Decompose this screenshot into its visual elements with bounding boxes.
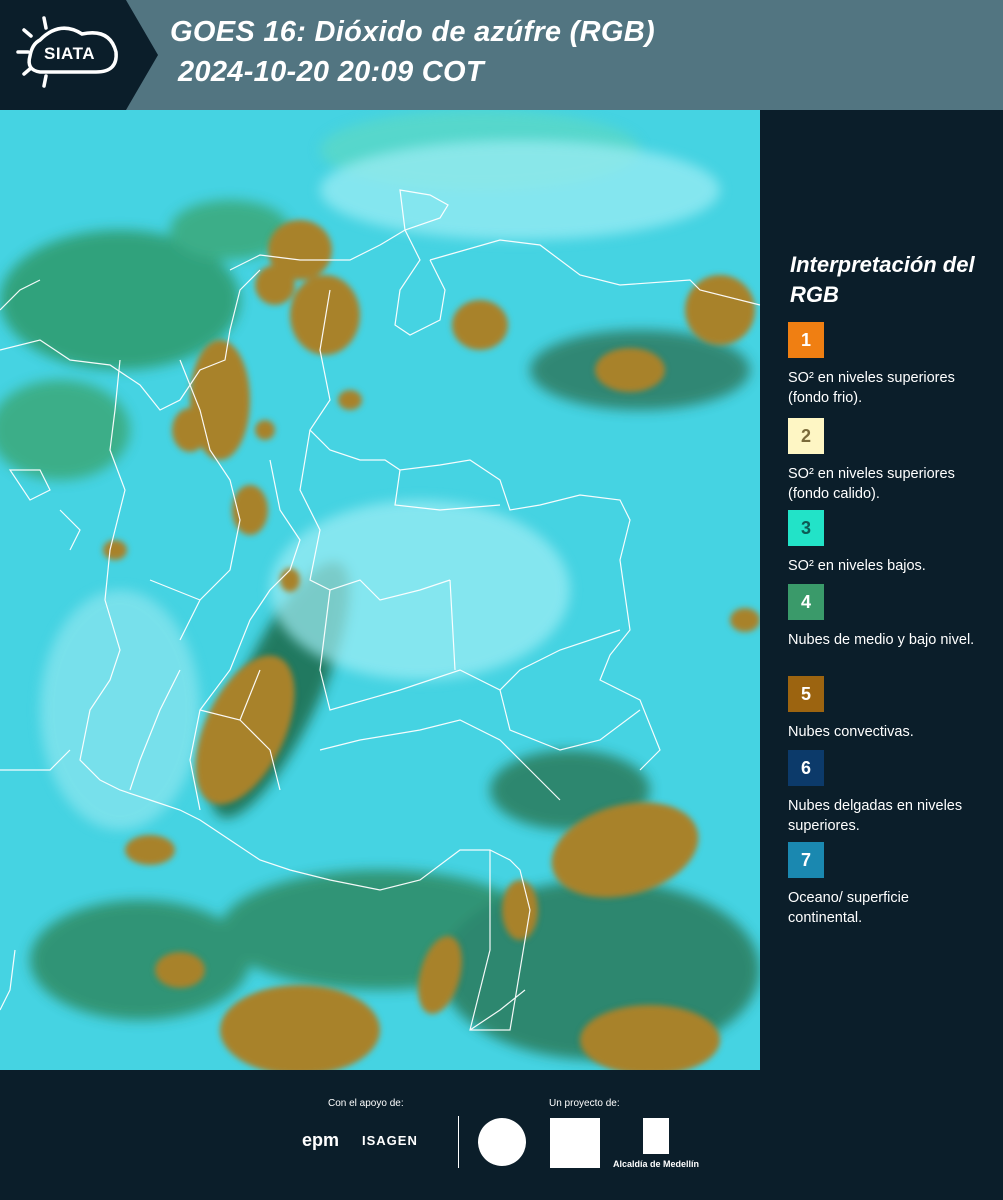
legend-label-2: SO² en niveles superiores (fondo calido)…	[788, 466, 955, 502]
alcaldia-label: Alcaldía de Medellín	[613, 1159, 700, 1169]
support-label: Con el apoyo de:	[328, 1098, 404, 1109]
footer-divider	[458, 1116, 459, 1168]
legend-swatch-2: 2	[788, 418, 824, 454]
legend-item-6: 6 Nubes delgadas en niveles superiores.	[788, 750, 998, 836]
legend-label-6: Nubes delgadas en niveles superiores.	[788, 798, 963, 834]
legend-swatch-5: 5	[788, 676, 824, 712]
legend-item-4: 4 Nubes de medio y bajo nivel.	[788, 584, 998, 650]
isagen-logo: ISAGEN	[362, 1133, 418, 1148]
legend-item-3: 3 SO² en niveles bajos.	[788, 510, 998, 576]
legend-item-5: 5 Nubes convectivas.	[788, 676, 998, 742]
logo-text: SIATA	[44, 44, 95, 63]
legend-swatch-4: 4	[788, 584, 824, 620]
legend-swatch-6: 6	[788, 750, 824, 786]
legend-item-2: 2 SO² en niveles superiores (fondo calid…	[788, 418, 998, 504]
page-title: GOES 16: Dióxido de azúfre (RGB)	[170, 16, 655, 48]
legend-label-7: Oceano/ superficie continental.	[788, 890, 909, 926]
legend-label-4: Nubes de medio y bajo nivel.	[788, 632, 975, 648]
epm-logo: epm	[302, 1130, 340, 1150]
medellin-seal-icon	[478, 1118, 526, 1166]
legend-swatch-3: 3	[788, 510, 824, 546]
timestamp: 2024-10-20 20:09 COT	[178, 56, 484, 88]
legend-title: Interpretación del RGB	[790, 252, 975, 307]
legend-panel: Interpretación del RGB 1 SO² en niveles …	[760, 110, 1003, 1070]
legend-item-7: 7 Oceano/ superficie continental.	[788, 842, 998, 928]
legend-item-1: 1 SO² en niveles superiores (fondo frio)…	[788, 322, 998, 408]
siata-logo: SIATA	[0, 0, 158, 110]
alcaldia-shield-icon	[643, 1118, 669, 1154]
legend-label-3: SO² en niveles bajos.	[788, 558, 926, 574]
header-bar: SIATA GOES 16: Dióxido de azúfre (RGB) 2…	[0, 0, 1003, 110]
legend-swatch-7: 7	[788, 842, 824, 878]
satellite-map[interactable]	[0, 110, 760, 1070]
area-metropolitana-logo	[550, 1118, 600, 1168]
footer: Con el apoyo de: Un proyecto de: epm ISA…	[0, 1070, 1003, 1200]
legend-swatch-1: 1	[788, 322, 824, 358]
legend-label-5: Nubes convectivas.	[788, 724, 914, 740]
legend-label-1: SO² en niveles superiores (fondo frio).	[788, 370, 955, 406]
project-label: Un proyecto de:	[549, 1098, 620, 1109]
